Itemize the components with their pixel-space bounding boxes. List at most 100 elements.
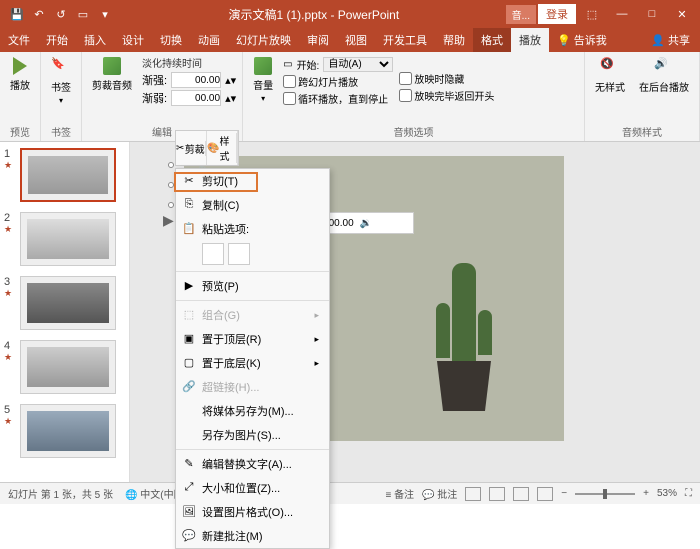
save-icon[interactable]: 💾 xyxy=(8,5,26,23)
tab-help[interactable]: 帮助 xyxy=(435,28,473,52)
ctx-copy[interactable]: ⎘复制(C) xyxy=(176,193,329,217)
ctx-save-picture[interactable]: 另存为图片(S)... xyxy=(176,423,329,447)
trim-icon xyxy=(103,57,121,75)
fadeout-input[interactable] xyxy=(171,90,221,106)
group-audio-style: 音频样式 xyxy=(591,123,693,139)
view-reading[interactable] xyxy=(513,487,529,501)
play-icon xyxy=(13,57,27,75)
tab-design[interactable]: 设计 xyxy=(114,28,152,52)
bookmarks-button[interactable]: 🔖 书签 ▾ xyxy=(47,55,75,123)
status-slide: 幻灯片 第 1 张，共 5 张 xyxy=(8,486,113,501)
mini-trim[interactable]: ✂剪裁 xyxy=(176,131,207,165)
player-volume-icon[interactable]: 🔉 xyxy=(360,218,372,229)
redo-icon[interactable]: ↺ xyxy=(52,5,70,23)
view-sorter[interactable] xyxy=(489,487,505,501)
tab-playback[interactable]: 播放 xyxy=(511,28,549,52)
trim-audio-button[interactable]: 剪裁音频 xyxy=(88,55,136,123)
tab-home[interactable]: 开始 xyxy=(38,28,76,52)
qat-more-icon[interactable]: ▾ xyxy=(96,5,114,23)
tab-view[interactable]: 视图 xyxy=(337,28,375,52)
cactus-image xyxy=(424,251,504,411)
comments-button[interactable]: 💬 批注 xyxy=(422,486,457,501)
cut-icon: ✂ xyxy=(182,174,196,188)
zoom-slider[interactable] xyxy=(575,493,635,495)
ctx-bring-front[interactable]: ▣置于顶层(R)▸ xyxy=(176,327,329,351)
rewind-checkbox[interactable] xyxy=(399,89,412,102)
zoom-in[interactable]: + xyxy=(643,488,649,499)
thumb-1[interactable]: 1★ xyxy=(4,148,125,202)
tab-slideshow[interactable]: 幻灯片放映 xyxy=(228,28,299,52)
ribbon-options-icon[interactable]: ⬚ xyxy=(578,0,606,28)
tab-insert[interactable]: 插入 xyxy=(76,28,114,52)
play-overlay-icon[interactable]: ▶ xyxy=(163,212,174,229)
thumb-5[interactable]: 5★ xyxy=(4,404,125,458)
fadein-label: 渐强: xyxy=(142,72,167,88)
context-badge: 音... xyxy=(506,5,536,24)
group-bookmarks: 书签 xyxy=(47,123,75,139)
view-normal[interactable] xyxy=(465,487,481,501)
paste-option-2[interactable] xyxy=(228,243,250,265)
tab-format[interactable]: 格式 xyxy=(473,28,511,52)
ctx-preview[interactable]: ▶预览(P) xyxy=(176,274,329,298)
thumb-4[interactable]: 4★ xyxy=(4,340,125,394)
paste-icon: 📋 xyxy=(182,222,196,236)
tab-animation[interactable]: 动画 xyxy=(190,28,228,52)
tell-me[interactable]: 💡 告诉我 xyxy=(549,32,615,48)
ctx-group: ⬚组合(G)▸ xyxy=(176,303,329,327)
bookmark-icon: 🔖 xyxy=(51,57,71,77)
group-audio-options: 音频选项 xyxy=(249,123,578,139)
size-icon: ⤢ xyxy=(182,481,196,495)
tab-file[interactable]: 文件 xyxy=(0,28,38,52)
login-button[interactable]: 登录 xyxy=(538,4,576,24)
ctx-cut[interactable]: ✂剪切(T) xyxy=(176,169,329,193)
start-select[interactable]: 自动(A) xyxy=(323,57,393,72)
start-slideshow-icon[interactable]: ▭ xyxy=(74,5,92,23)
ctx-save-media[interactable]: 将媒体另存为(M)... xyxy=(176,399,329,423)
mini-toolbar: ✂剪裁 🎨样式 xyxy=(175,130,239,166)
notes-button[interactable]: ≡ 备注 xyxy=(385,486,414,501)
mini-style[interactable]: 🎨样式 xyxy=(207,131,238,165)
fade-header: 淡化持续时间 xyxy=(142,55,236,70)
view-slideshow[interactable] xyxy=(537,487,553,501)
format-icon: 🖼 xyxy=(182,505,196,519)
ctx-send-back[interactable]: ▢置于底层(K)▸ xyxy=(176,351,329,375)
group-preview: 预览 xyxy=(6,123,34,139)
close-icon[interactable]: ✕ xyxy=(668,0,696,28)
group-icon: ⬚ xyxy=(182,308,196,322)
fadeout-label: 渐弱: xyxy=(142,90,167,106)
volume-icon xyxy=(254,57,272,75)
background-icon: 🔊 xyxy=(654,57,674,77)
tab-transition[interactable]: 切换 xyxy=(152,28,190,52)
share-button[interactable]: 👤 共享 xyxy=(641,32,700,48)
zoom-out[interactable]: − xyxy=(561,488,567,499)
maximize-icon[interactable]: □ xyxy=(638,0,666,28)
window-title: 演示文稿1 (1).pptx - PowerPoint xyxy=(122,6,506,23)
front-icon: ▣ xyxy=(182,332,196,346)
ctx-hyperlink: 🔗超链接(H)... xyxy=(176,375,329,399)
fit-window[interactable]: ⛶ xyxy=(685,488,692,499)
ctx-alt-text[interactable]: ✎编辑替换文字(A)... xyxy=(176,452,329,476)
thumb-2[interactable]: 2★ xyxy=(4,212,125,266)
no-style-button[interactable]: 🔇 无样式 xyxy=(591,55,629,123)
paste-option-1[interactable] xyxy=(202,243,224,265)
tab-dev[interactable]: 开发工具 xyxy=(375,28,435,52)
play-background-button[interactable]: 🔊 在后台播放 xyxy=(635,55,693,123)
loop-checkbox[interactable] xyxy=(283,92,296,105)
no-style-icon: 🔇 xyxy=(600,57,620,77)
undo-icon[interactable]: ↶ xyxy=(30,5,48,23)
zoom-level[interactable]: 53% xyxy=(657,488,677,499)
fadein-input[interactable] xyxy=(171,72,221,88)
hide-checkbox[interactable] xyxy=(399,72,412,85)
preview-icon: ▶ xyxy=(182,279,196,293)
tab-review[interactable]: 审阅 xyxy=(299,28,337,52)
minimize-icon[interactable]: — xyxy=(608,0,636,28)
ctx-paste-label: 📋粘贴选项: xyxy=(176,217,329,241)
thumb-3[interactable]: 3★ xyxy=(4,276,125,330)
ctx-size-position[interactable]: ⤢大小和位置(Z)... xyxy=(176,476,329,500)
context-menu: ✂剪切(T) ⎘复制(C) 📋粘贴选项: ▶预览(P) ⬚组合(G)▸ ▣置于顶… xyxy=(175,168,330,549)
volume-button[interactable]: 音量 ▾ xyxy=(249,55,277,123)
ctx-new-comment[interactable]: 💬新建批注(M) xyxy=(176,524,329,548)
play-button[interactable]: 播放 xyxy=(6,55,34,123)
across-slides-checkbox[interactable] xyxy=(283,75,296,88)
link-icon: 🔗 xyxy=(182,380,196,394)
